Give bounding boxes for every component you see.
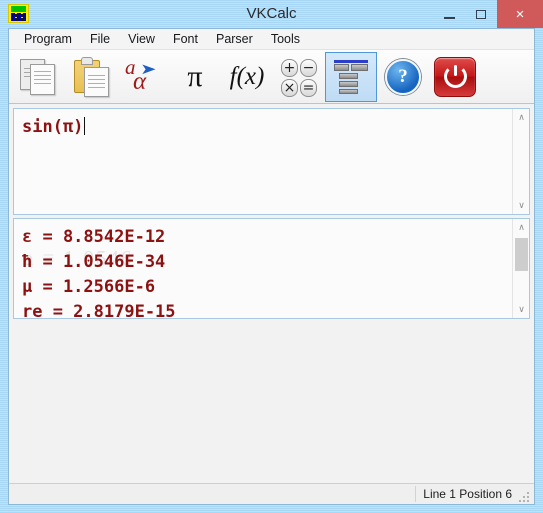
menu-item-parser[interactable]: Parser xyxy=(207,30,262,48)
status-separator xyxy=(415,486,416,502)
constants-button[interactable]: π xyxy=(169,52,221,102)
functions-button[interactable]: f(x) xyxy=(221,52,273,102)
calc-key-plus: + xyxy=(281,58,298,77)
copy-button[interactable] xyxy=(13,52,65,102)
paste-button[interactable] xyxy=(65,52,117,102)
output-scroll-thumb[interactable] xyxy=(515,238,528,271)
output-scroll-up-icon[interactable]: ∧ xyxy=(513,219,529,236)
menu-item-tools[interactable]: Tools xyxy=(262,30,309,48)
results-output: ε = 8.8542E-12 ħ = 1.0546E-34 μ = 1.2566E-… xyxy=(14,219,512,318)
calc-key-minus: − xyxy=(300,58,317,77)
text-caret xyxy=(84,117,86,135)
calc-key-equals: = xyxy=(300,78,317,97)
paste-icon xyxy=(72,56,110,97)
output-scroll-down-icon[interactable]: ∨ xyxy=(513,301,529,318)
status-text: Line 1 Position 6 xyxy=(423,487,512,501)
result-line: μ = 1.2566E-6 xyxy=(22,277,156,297)
calc-key-times: × xyxy=(281,78,298,97)
a-to-alpha-icon: a ➤ α xyxy=(123,55,163,96)
menu-item-program[interactable]: Program xyxy=(15,30,81,48)
copy-icon xyxy=(20,58,58,96)
close-icon: × xyxy=(515,5,525,23)
menu-item-font[interactable]: Font xyxy=(164,30,207,48)
minimize-button[interactable] xyxy=(433,0,465,28)
menu-item-file[interactable]: File xyxy=(81,30,119,48)
status-bar: Line 1 Position 6 xyxy=(9,483,534,504)
menu-bar: Program File View Font Parser Tools xyxy=(9,29,534,50)
app-window: VKCalc × Program File View Font Parser T… xyxy=(0,0,543,513)
maximize-button[interactable] xyxy=(465,0,497,28)
expression-text: sin(π) xyxy=(22,117,84,137)
title-bar[interactable]: VKCalc × xyxy=(0,0,543,28)
results-output-pane[interactable]: a ≡ 1.0546 ε = 8.8542E-12 ħ = 1.0546E-34 μ… xyxy=(13,218,530,319)
a-to-alpha-greek: α xyxy=(133,67,147,95)
input-scroll-up-icon[interactable]: ∧ xyxy=(513,109,529,126)
maximize-icon xyxy=(476,9,486,19)
menu-item-view[interactable]: View xyxy=(119,30,164,48)
convert-to-greek-button[interactable]: a ➤ α xyxy=(117,52,169,102)
expression-input-pane[interactable]: sin(π) ∧ ∨ xyxy=(13,108,530,215)
input-scroll-down-icon[interactable]: ∨ xyxy=(513,197,529,214)
pi-icon: π xyxy=(187,59,203,93)
fx-icon: f(x) xyxy=(229,62,265,90)
minimize-icon xyxy=(443,17,455,19)
expression-input[interactable]: sin(π) xyxy=(14,109,512,214)
resize-grip-icon[interactable] xyxy=(519,490,531,502)
result-line: re = 2.8179E-15 xyxy=(22,302,176,319)
exit-button[interactable] xyxy=(429,52,481,102)
window-controls: × xyxy=(433,0,543,28)
toggle-layout-button[interactable] xyxy=(325,51,377,102)
result-line: ε = 8.8542E-12 xyxy=(22,227,166,247)
result-line: ħ = 1.0546E-34 xyxy=(22,252,166,272)
help-button[interactable]: ? xyxy=(377,52,429,102)
power-icon xyxy=(434,56,476,97)
help-icon: ? xyxy=(385,58,421,95)
output-scrollbar[interactable]: ∧ ∨ xyxy=(512,219,529,318)
close-button[interactable]: × xyxy=(497,0,543,28)
client-area: Program File View Font Parser Tools a ➤ … xyxy=(8,28,535,505)
panel-layout-icon xyxy=(334,59,368,94)
calculator-button[interactable]: + − × = xyxy=(273,52,325,102)
toolbar: a ➤ α π f(x) + − × = ? xyxy=(9,50,534,104)
calculator-keys-icon: + − × = xyxy=(281,58,317,97)
input-scrollbar[interactable]: ∧ ∨ xyxy=(512,109,529,214)
